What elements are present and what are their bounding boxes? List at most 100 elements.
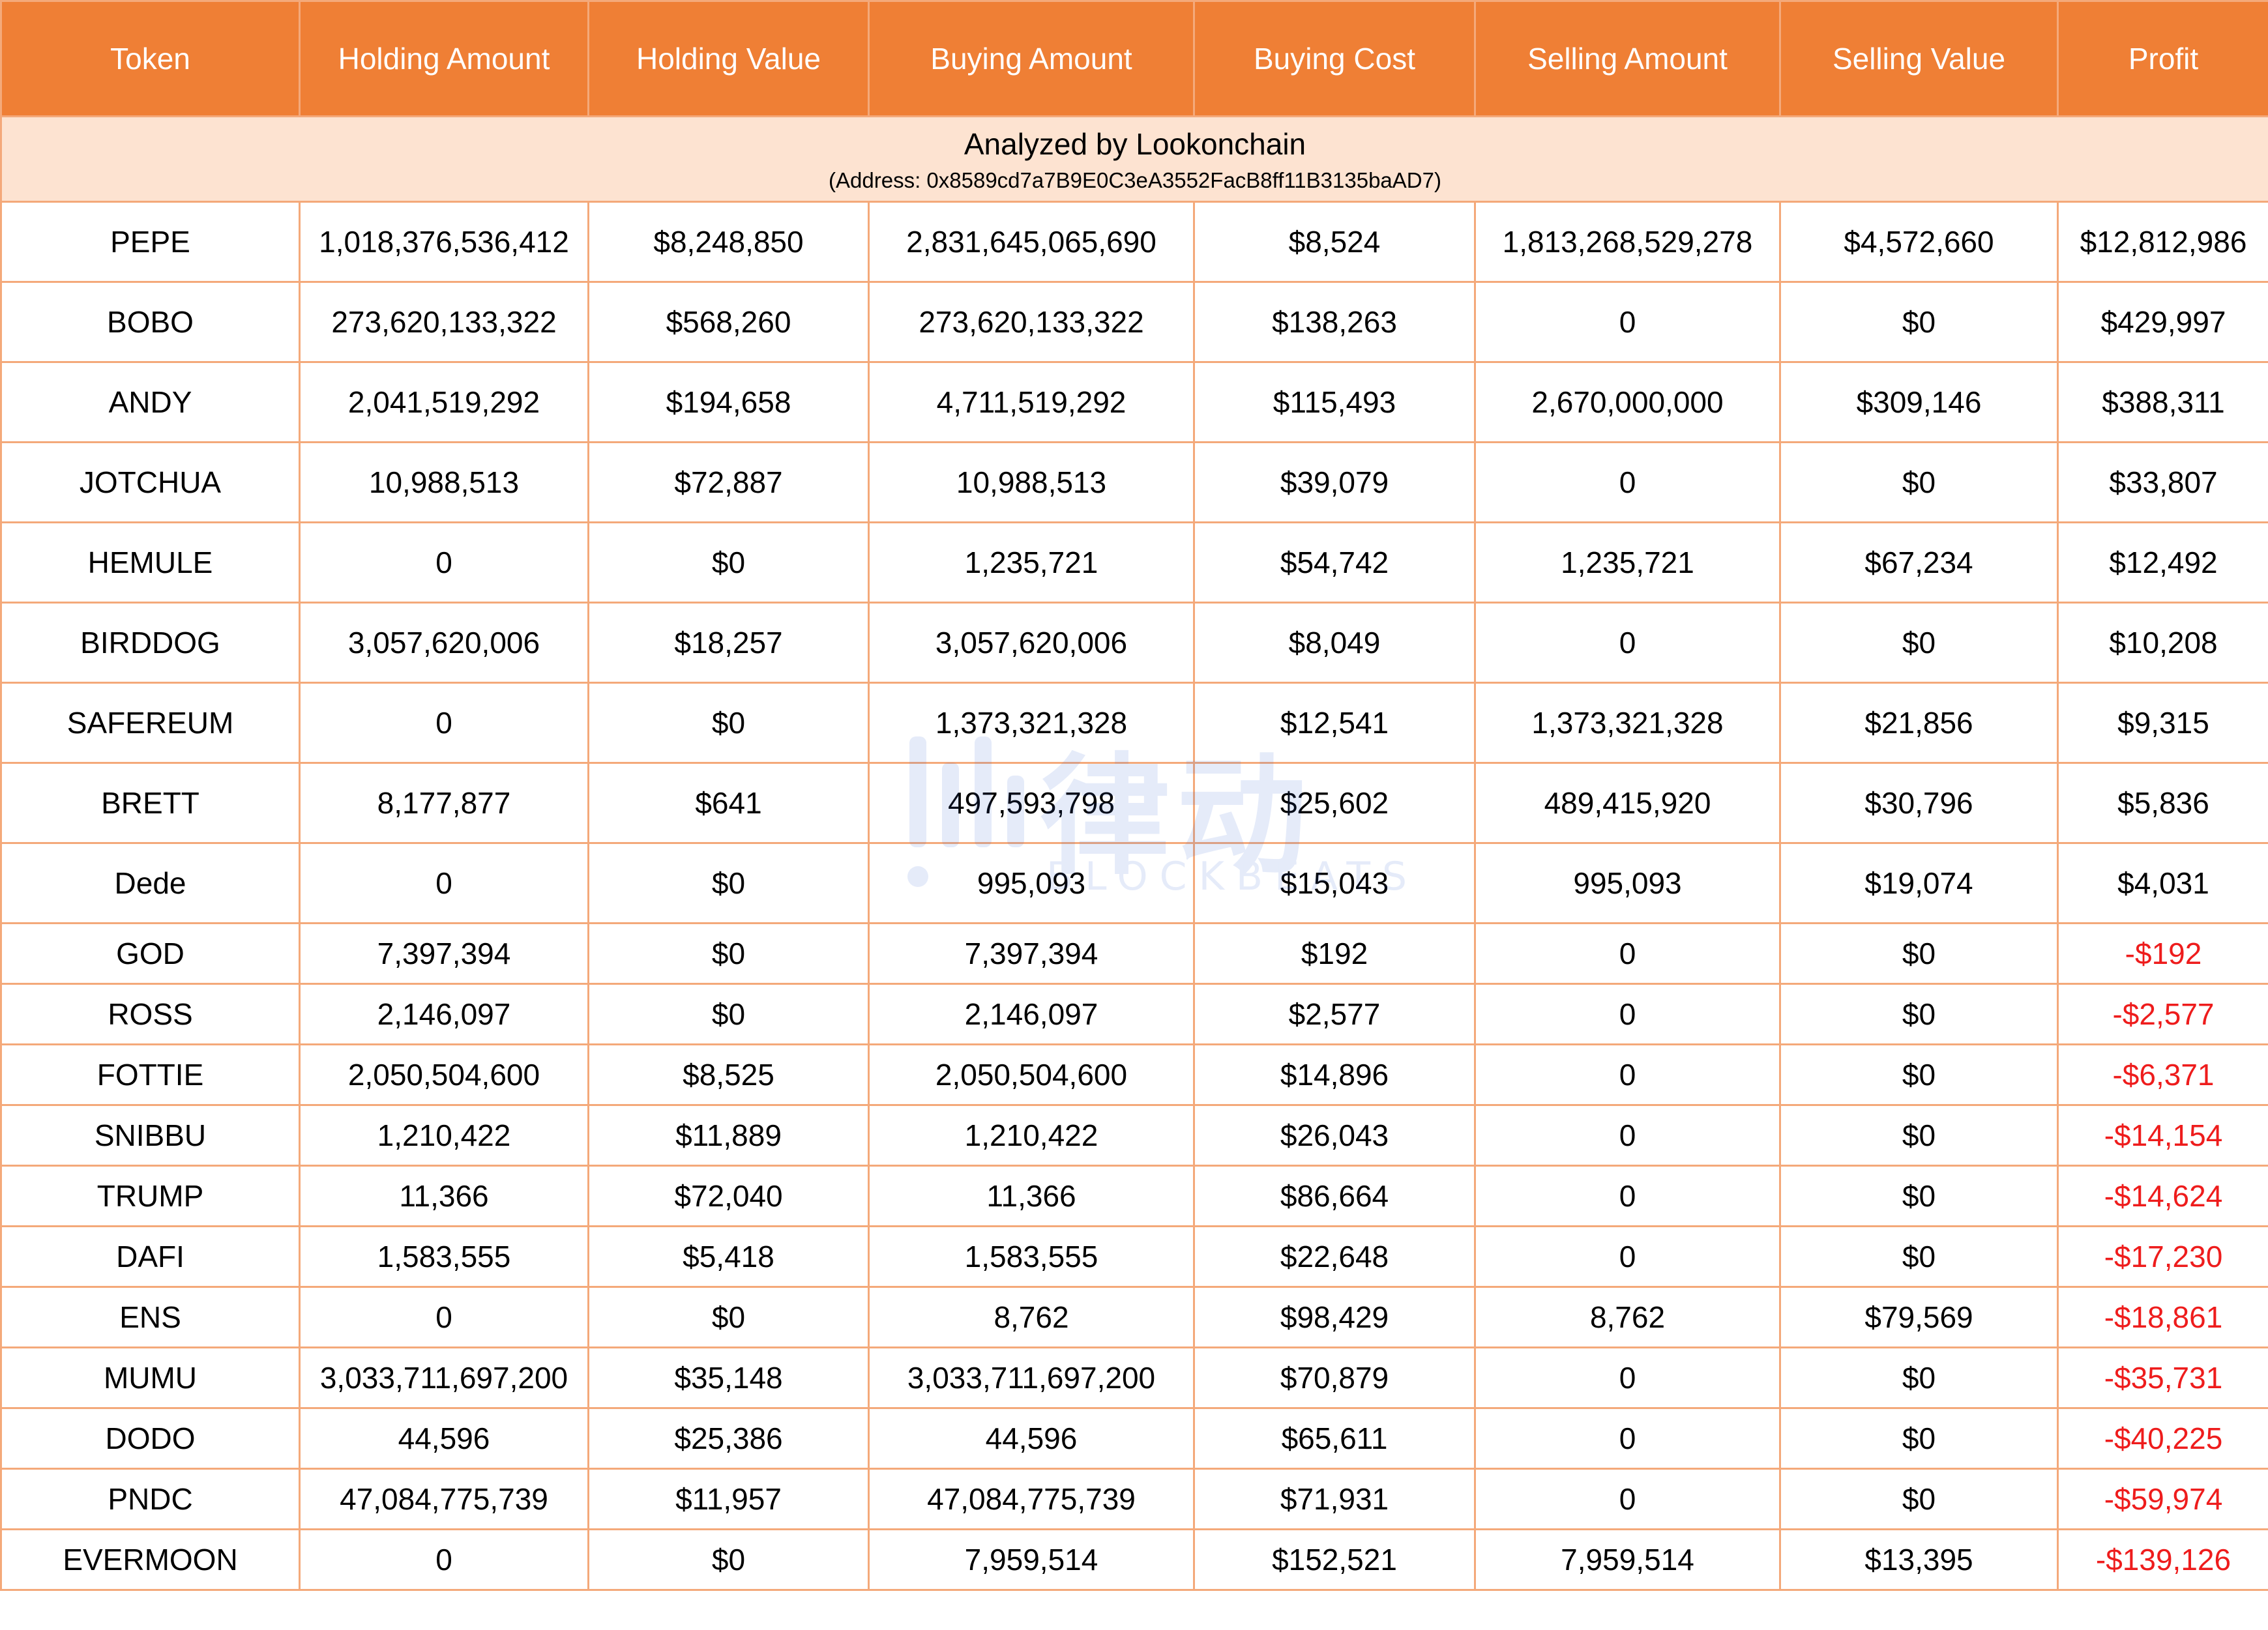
cell-selling-amount: 7,959,514 xyxy=(1474,1528,1781,1591)
cell-buying-amount: 10,988,513 xyxy=(868,441,1195,523)
cell-holding-amount: 0 xyxy=(299,1286,589,1348)
cell-holding-value: $0 xyxy=(587,521,870,604)
cell-selling-value: $0 xyxy=(1779,1043,2059,1106)
cell-token: FOTTIE xyxy=(0,1043,301,1106)
cell-buying-amount: 1,210,422 xyxy=(868,1104,1195,1167)
cell-selling-value: $21,856 xyxy=(1779,682,2059,764)
cell-holding-amount: 44,596 xyxy=(299,1407,589,1470)
cell-buying-amount: 2,831,645,065,690 xyxy=(868,201,1195,283)
cell-token: GOD xyxy=(0,922,301,985)
cell-buying-amount: 7,397,394 xyxy=(868,922,1195,985)
cell-token: ROSS xyxy=(0,983,301,1045)
table-row: ROSS 2,146,097 $0 2,146,097 $2,577 0 $0 -$2,577 xyxy=(0,983,2268,1045)
cell-holding-value: $72,887 xyxy=(587,441,870,523)
cell-buying-amount: 3,033,711,697,200 xyxy=(868,1346,1195,1409)
cell-selling-amount: 0 xyxy=(1474,983,1781,1045)
cell-selling-value: $0 xyxy=(1779,281,2059,363)
cell-token: ENS xyxy=(0,1286,301,1348)
cell-buying-amount: 273,620,133,322 xyxy=(868,281,1195,363)
cell-selling-amount: 8,762 xyxy=(1474,1286,1781,1348)
cell-selling-amount: 0 xyxy=(1474,1225,1781,1288)
cell-selling-value: $0 xyxy=(1779,1346,2059,1409)
cell-holding-value: $0 xyxy=(587,1528,870,1591)
cell-holding-amount: 1,210,422 xyxy=(299,1104,589,1167)
cell-buying-amount: 44,596 xyxy=(868,1407,1195,1470)
cell-buying-cost: $138,263 xyxy=(1193,281,1476,363)
cell-buying-amount: 4,711,519,292 xyxy=(868,361,1195,443)
cell-selling-value: $0 xyxy=(1779,1104,2059,1167)
cell-token: PEPE xyxy=(0,201,301,283)
cell-token: DODO xyxy=(0,1407,301,1470)
cell-profit: $388,311 xyxy=(2057,361,2268,443)
cell-buying-cost: $25,602 xyxy=(1193,762,1476,844)
cell-profit: -$2,577 xyxy=(2057,983,2268,1045)
cell-buying-cost: $98,429 xyxy=(1193,1286,1476,1348)
cell-holding-amount: 8,177,877 xyxy=(299,762,589,844)
column-header-selling-value: Selling Value xyxy=(1779,0,2059,117)
analysis-banner: Analyzed by Lookonchain (Address: 0x8589… xyxy=(0,115,2268,203)
cell-holding-value: $11,889 xyxy=(587,1104,870,1167)
cell-buying-cost: $12,541 xyxy=(1193,682,1476,764)
cell-holding-value: $8,248,850 xyxy=(587,201,870,283)
cell-token: JOTCHUA xyxy=(0,441,301,523)
cell-profit: -$14,154 xyxy=(2057,1104,2268,1167)
table-row: ANDY 2,041,519,292 $194,658 4,711,519,292 $1… xyxy=(0,361,2268,443)
cell-buying-cost: $192 xyxy=(1193,922,1476,985)
cell-buying-cost: $14,896 xyxy=(1193,1043,1476,1106)
analysis-banner-row: Analyzed by Lookonchain (Address: 0x8589… xyxy=(0,115,2268,203)
cell-holding-amount: 2,041,519,292 xyxy=(299,361,589,443)
cell-holding-amount: 3,033,711,697,200 xyxy=(299,1346,589,1409)
cell-token: EVERMOON xyxy=(0,1528,301,1591)
cell-selling-amount: 0 xyxy=(1474,281,1781,363)
cell-profit: $33,807 xyxy=(2057,441,2268,523)
cell-selling-amount: 0 xyxy=(1474,1165,1781,1227)
cell-token: SAFEREUM xyxy=(0,682,301,764)
column-header-holding-value: Holding Value xyxy=(587,0,870,117)
cell-buying-amount: 1,583,555 xyxy=(868,1225,1195,1288)
cell-selling-value: $309,146 xyxy=(1779,361,2059,443)
table-row: DAFI 1,583,555 $5,418 1,583,555 $22,648 0 $0 -$… xyxy=(0,1225,2268,1288)
cell-profit: $4,031 xyxy=(2057,842,2268,924)
table-row: SAFEREUM 0 $0 1,373,321,328 $12,541 1,373,321… xyxy=(0,682,2268,764)
table-row: Dede 0 $0 995,093 $15,043 995,093 $19,074 $4,03… xyxy=(0,842,2268,924)
cell-buying-amount: 8,762 xyxy=(868,1286,1195,1348)
cell-buying-cost: $26,043 xyxy=(1193,1104,1476,1167)
cell-holding-value: $0 xyxy=(587,1286,870,1348)
cell-holding-value: $72,040 xyxy=(587,1165,870,1227)
cell-holding-amount: 0 xyxy=(299,1528,589,1591)
table-row: BIRDDOG 3,057,620,006 $18,257 3,057,620,006… xyxy=(0,602,2268,684)
cell-buying-amount: 497,593,798 xyxy=(868,762,1195,844)
cell-holding-value: $8,525 xyxy=(587,1043,870,1106)
column-header-profit: Profit xyxy=(2057,0,2268,117)
cell-buying-cost: $65,611 xyxy=(1193,1407,1476,1470)
cell-buying-cost: $39,079 xyxy=(1193,441,1476,523)
cell-token: BRETT xyxy=(0,762,301,844)
cell-selling-amount: 2,670,000,000 xyxy=(1474,361,1781,443)
cell-profit: -$59,974 xyxy=(2057,1468,2268,1530)
cell-holding-amount: 47,084,775,739 xyxy=(299,1468,589,1530)
cell-profit: $10,208 xyxy=(2057,602,2268,684)
cell-token: Dede xyxy=(0,842,301,924)
cell-token: BIRDDOG xyxy=(0,602,301,684)
cell-holding-amount: 2,050,504,600 xyxy=(299,1043,589,1106)
cell-holding-amount: 10,988,513 xyxy=(299,441,589,523)
cell-selling-amount: 0 xyxy=(1474,922,1781,985)
cell-buying-cost: $54,742 xyxy=(1193,521,1476,604)
cell-holding-amount: 0 xyxy=(299,682,589,764)
cell-holding-amount: 3,057,620,006 xyxy=(299,602,589,684)
banner-title: Analyzed by Lookonchain xyxy=(964,127,1306,161)
cell-selling-amount: 0 xyxy=(1474,1104,1781,1167)
cell-holding-amount: 7,397,394 xyxy=(299,922,589,985)
cell-selling-amount: 0 xyxy=(1474,1407,1781,1470)
cell-selling-value: $0 xyxy=(1779,1468,2059,1530)
cell-profit: $429,997 xyxy=(2057,281,2268,363)
cell-selling-value: $4,572,660 xyxy=(1779,201,2059,283)
cell-profit: -$35,731 xyxy=(2057,1346,2268,1409)
table-row: BOBO 273,620,133,322 $568,260 273,620,133,3… xyxy=(0,281,2268,363)
cell-selling-amount: 0 xyxy=(1474,441,1781,523)
table-row: MUMU 3,033,711,697,200 $35,148 3,033,711,69… xyxy=(0,1346,2268,1409)
column-header-buying-amount: Buying Amount xyxy=(868,0,1195,117)
table-row: SNIBBU 1,210,422 $11,889 1,210,422 $26,043 0 $… xyxy=(0,1104,2268,1167)
cell-profit: $9,315 xyxy=(2057,682,2268,764)
table-row: DODO 44,596 $25,386 44,596 $65,611 0 $0 -$40,22… xyxy=(0,1407,2268,1470)
